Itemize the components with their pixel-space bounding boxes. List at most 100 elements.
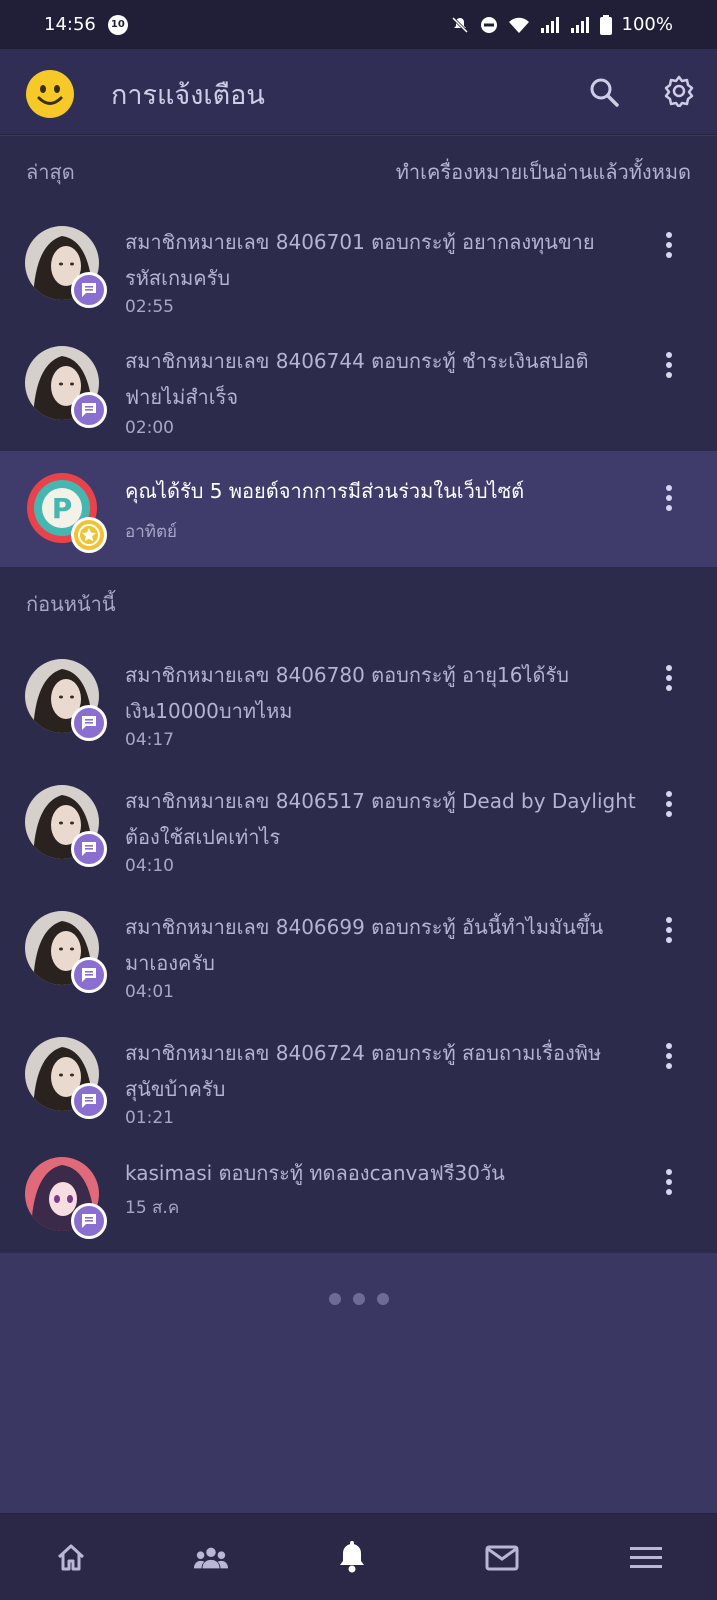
notification-text: สมาชิกหมายเลข 8406699 ตอบกระทู้ อันนี้ทำ… bbox=[125, 909, 645, 981]
notification-line: รหัสเกมครับ bbox=[125, 266, 231, 290]
more-vert-icon bbox=[666, 1043, 672, 1049]
comment-badge bbox=[71, 957, 107, 993]
comment-badge bbox=[71, 1203, 107, 1239]
more-options-button[interactable] bbox=[661, 485, 677, 511]
section-latest-title: ล่าสุด bbox=[26, 160, 75, 184]
status-bar: 14:56 10 100% bbox=[0, 0, 717, 49]
battery-icon bbox=[599, 14, 612, 35]
search-button[interactable] bbox=[589, 77, 619, 111]
more-vert-icon bbox=[666, 232, 672, 238]
notification-line: มาเองครับ bbox=[125, 951, 215, 975]
star-icon bbox=[78, 524, 100, 546]
notification-item[interactable]: สมาชิกหมายเลข 8406699 ตอบกระทู้ อันนี้ทำ… bbox=[0, 893, 717, 1019]
notification-item[interactable]: kasimasi ตอบกระทู้ ทดลองcanvaฟรี30วัน 15 … bbox=[0, 1145, 717, 1253]
more-vert-icon bbox=[666, 485, 672, 491]
notification-time: 02:55 bbox=[125, 297, 174, 317]
notification-line: คุณได้รับ 5 พอยต์จากการมีส่วนร่วมในเว็บไ… bbox=[125, 479, 525, 503]
settings-button[interactable] bbox=[663, 75, 695, 111]
notification-text: สมาชิกหมายเลข 8406780 ตอบกระทู้ อายุ16ได… bbox=[125, 657, 645, 729]
notification-item[interactable]: สมาชิกหมายเลข 8406724 ตอบกระทู้ สอบถามเร… bbox=[0, 1019, 717, 1145]
section-older: ก่อนหน้านี้ bbox=[0, 567, 717, 641]
comment-icon bbox=[82, 403, 96, 417]
notification-line: ฟายไม่สำเร็จ bbox=[125, 385, 239, 409]
mute-icon bbox=[451, 16, 468, 33]
bottom-nav bbox=[0, 1513, 717, 1600]
notification-item[interactable]: สมาชิกหมายเลข 8406701 ตอบกระทู้ อยากลงทุ… bbox=[0, 208, 717, 334]
notification-line: สมาชิกหมายเลข 8406744 ตอบกระทู้ ชำระเงิน… bbox=[125, 349, 589, 373]
loading-dot bbox=[352, 1293, 365, 1305]
nav-menu[interactable] bbox=[628, 1540, 664, 1576]
battery-percent: 100% bbox=[621, 14, 673, 35]
dnd-icon bbox=[480, 16, 497, 33]
notification-line: สุนัขบ้าครับ bbox=[125, 1077, 226, 1101]
notification-time: 04:10 bbox=[125, 856, 174, 876]
more-options-button[interactable] bbox=[661, 352, 677, 378]
mark-all-read-link[interactable]: ทำเครื่องหมายเป็นอ่านแล้วทั้งหมด bbox=[396, 156, 691, 188]
notification-line: สมาชิกหมายเลข 8406724 ตอบกระทู้ สอบถามเร… bbox=[125, 1041, 602, 1065]
notification-item[interactable]: สมาชิกหมายเลข 8406517 ตอบกระทู้ Dead by … bbox=[0, 767, 717, 893]
more-options-button[interactable] bbox=[661, 1043, 677, 1069]
nav-home[interactable] bbox=[53, 1540, 89, 1576]
notification-time: 04:17 bbox=[125, 730, 174, 750]
bell-icon bbox=[340, 1541, 364, 1573]
gear-icon bbox=[664, 75, 694, 109]
notification-text: สมาชิกหมายเลข 8406744 ตอบกระทู้ ชำระเงิน… bbox=[125, 343, 645, 415]
more-options-button[interactable] bbox=[661, 917, 677, 943]
notification-item[interactable]: สมาชิกหมายเลข 8406780 ตอบกระทู้ อายุ16ได… bbox=[0, 641, 717, 767]
search-icon bbox=[590, 78, 619, 107]
menu-icon bbox=[630, 1547, 662, 1568]
section-latest: ล่าสุด ทำเครื่องหมายเป็นอ่านแล้วทั้งหมด bbox=[0, 136, 717, 208]
more-options-button[interactable] bbox=[661, 665, 677, 691]
comment-badge bbox=[71, 831, 107, 867]
signal-icon bbox=[540, 16, 559, 33]
notification-text: คุณได้รับ 5 พอยต์จากการมีส่วนร่วมในเว็บไ… bbox=[125, 473, 645, 509]
comment-icon bbox=[82, 716, 96, 730]
notification-time: 15 ส.ค bbox=[125, 1198, 180, 1218]
notification-line: ต้องใช้สเปคเท่าไร bbox=[125, 825, 281, 849]
more-options-button[interactable] bbox=[661, 791, 677, 817]
notification-line: สมาชิกหมายเลข 8406699 ตอบกระทู้ อันนี้ทำ… bbox=[125, 915, 604, 939]
notification-list: ล่าสุด ทำเครื่องหมายเป็นอ่านแล้วทั้งหมด … bbox=[0, 136, 717, 1253]
comment-badge bbox=[71, 1083, 107, 1119]
comment-badge bbox=[71, 705, 107, 741]
loading-dot bbox=[328, 1293, 341, 1305]
profile-avatar[interactable] bbox=[25, 69, 75, 119]
mail-icon bbox=[485, 1545, 519, 1571]
status-time: 14:56 bbox=[44, 14, 96, 35]
comment-icon bbox=[82, 283, 96, 297]
loading-indicator bbox=[0, 1293, 717, 1305]
app-bar: การแจ้งเตือน bbox=[0, 49, 717, 135]
more-vert-icon bbox=[666, 665, 672, 671]
home-icon bbox=[57, 1544, 85, 1571]
wifi-icon bbox=[508, 17, 529, 33]
section-older-title: ก่อนหน้านี้ bbox=[26, 592, 116, 616]
notification-text: สมาชิกหมายเลข 8406701 ตอบกระทู้ อยากลงทุ… bbox=[125, 224, 645, 296]
more-vert-icon bbox=[666, 352, 672, 358]
more-vert-icon bbox=[666, 791, 672, 797]
notification-time: อาทิตย์ bbox=[125, 522, 177, 542]
notification-line: สมาชิกหมายเลข 8406701 ตอบกระทู้ อยากลงทุ… bbox=[125, 230, 595, 254]
page-title: การแจ้งเตือน bbox=[111, 80, 265, 111]
nav-notifications[interactable] bbox=[334, 1540, 370, 1576]
comment-icon bbox=[82, 1214, 96, 1228]
more-options-button[interactable] bbox=[661, 1169, 677, 1195]
smiley-icon bbox=[26, 70, 74, 118]
notification-line: เงิน10000บาทไหม bbox=[125, 699, 293, 723]
notification-text: สมาชิกหมายเลข 8406517 ตอบกระทู้ Dead by … bbox=[125, 783, 645, 855]
notification-text: สมาชิกหมายเลข 8406724 ตอบกระทู้ สอบถามเร… bbox=[125, 1035, 645, 1107]
comment-icon bbox=[82, 842, 96, 856]
notification-count-badge: 10 bbox=[107, 14, 128, 35]
comment-badge bbox=[71, 392, 107, 428]
notification-time: 01:21 bbox=[125, 1108, 174, 1128]
nav-messages[interactable] bbox=[484, 1540, 520, 1576]
notification-item[interactable]: สมาชิกหมายเลข 8406744 ตอบกระทู้ ชำระเงิน… bbox=[0, 334, 717, 451]
more-options-button[interactable] bbox=[661, 232, 677, 258]
notification-line: kasimasi ตอบกระทู้ ทดลองcanvaฟรี30วัน bbox=[125, 1161, 505, 1185]
notification-line: สมาชิกหมายเลข 8406780 ตอบกระทู้ อายุ16ได… bbox=[125, 663, 569, 687]
notification-line: สมาชิกหมายเลข 8406517 ตอบกระทู้ Dead by … bbox=[125, 789, 636, 813]
points-badge bbox=[71, 517, 107, 553]
svg-text:P: P bbox=[52, 492, 73, 525]
nav-community[interactable] bbox=[193, 1540, 229, 1576]
more-vert-icon bbox=[666, 1169, 672, 1175]
notification-item[interactable]: P คุณได้รับ 5 พอยต์จากการมีส่วนร่วมในเว็บ… bbox=[0, 451, 717, 567]
